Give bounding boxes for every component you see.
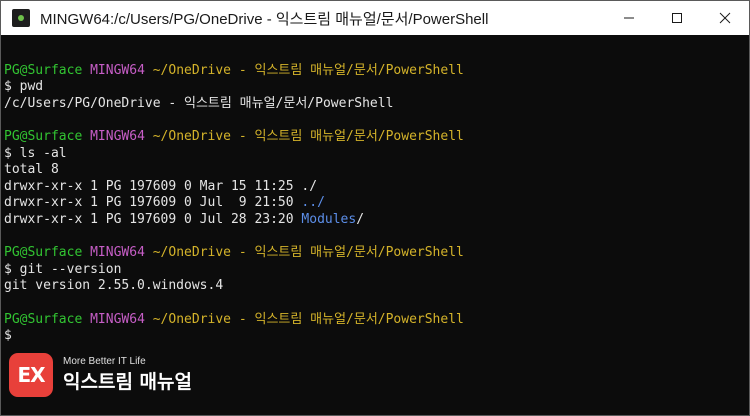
logo-name: 익스트림 매뉴얼 [63, 371, 192, 393]
prompt-shell: MINGW64 [90, 128, 145, 144]
prompt-user-host: PG@Surface [4, 311, 83, 327]
command-line: $ git --version [4, 261, 122, 277]
prompt-path: ~/OneDrive - 익스트림 매뉴얼/문서/PowerShell [152, 128, 464, 144]
prompt-path: ~/OneDrive - 익스트림 매뉴얼/문서/PowerShell [152, 311, 464, 327]
prompt-user-host: PG@Surface [4, 62, 83, 78]
prompt-line: PG@Surface MINGW64 ~/OneDrive - 익스트림 매뉴얼… [4, 312, 749, 329]
prompt-user-host: PG@Surface [4, 128, 83, 144]
prompt-shell: MINGW64 [90, 245, 145, 261]
prompt-shell: MINGW64 [90, 311, 145, 327]
output-line: total 8 [4, 162, 59, 178]
directory-name: Modules [301, 211, 357, 227]
prompt-shell: MINGW64 [90, 62, 145, 78]
command-line: $ pwd [4, 79, 44, 95]
listing-meta: drwxr-xr-x 1 PG 197609 0 Jul 9 21:50 [4, 195, 302, 211]
window-controls [605, 1, 749, 35]
prompt-path: ~/OneDrive - 익스트림 매뉴얼/문서/PowerShell [152, 62, 464, 78]
output-line: drwxr-xr-x 1 PG 197609 0 Jul 28 23:20 Mo… [4, 212, 749, 229]
terminal-window: MINGW64:/c/Users/PG/OneDrive - 익스트림 매뉴얼/… [0, 0, 750, 416]
output-line: git version 2.55.0.windows.4 [4, 278, 224, 294]
output-line: drwxr-xr-x 1 PG 197609 0 Jul 9 21:50 ../ [4, 195, 749, 212]
listing-meta: drwxr-xr-x 1 PG 197609 0 Jul 28 23:20 [4, 211, 302, 227]
command-line: $ ls -al [4, 145, 67, 161]
close-button[interactable] [701, 1, 749, 35]
minimize-button[interactable] [605, 1, 653, 35]
title-bar[interactable]: MINGW64:/c/Users/PG/OneDrive - 익스트림 매뉴얼/… [1, 1, 749, 35]
prompt-line: PG@Surface MINGW64 ~/OneDrive - 익스트림 매뉴얼… [4, 129, 749, 146]
maximize-button[interactable] [653, 1, 701, 35]
prompt-user-host: PG@Surface [4, 245, 83, 261]
window-title: MINGW64:/c/Users/PG/OneDrive - 익스트림 매뉴얼/… [40, 10, 489, 28]
logo-mark: EX [9, 353, 53, 397]
listing-suffix: / [356, 211, 365, 227]
logo-text: More Better IT Life 익스트림 매뉴얼 [63, 356, 192, 394]
maximize-icon [672, 13, 682, 23]
prompt-path: ~/OneDrive - 익스트림 매뉴얼/문서/PowerShell [152, 245, 464, 261]
prompt-line: PG@Surface MINGW64 ~/OneDrive - 익스트림 매뉴얼… [4, 63, 749, 80]
watermark-logo: EX More Better IT Life 익스트림 매뉴얼 [9, 353, 192, 397]
git-bash-icon [12, 9, 30, 27]
close-icon [719, 12, 731, 24]
output-line: drwxr-xr-x 1 PG 197609 0 Mar 15 11:25 ./ [4, 178, 318, 194]
output-line: /c/Users/PG/OneDrive - 익스트림 매뉴얼/문서/Power… [4, 95, 394, 111]
directory-name: ../ [301, 195, 325, 211]
logo-tagline: More Better IT Life [63, 356, 146, 367]
cursor-line: $ [4, 328, 12, 344]
minimize-icon [624, 17, 634, 19]
prompt-line: PG@Surface MINGW64 ~/OneDrive - 익스트림 매뉴얼… [4, 245, 749, 262]
